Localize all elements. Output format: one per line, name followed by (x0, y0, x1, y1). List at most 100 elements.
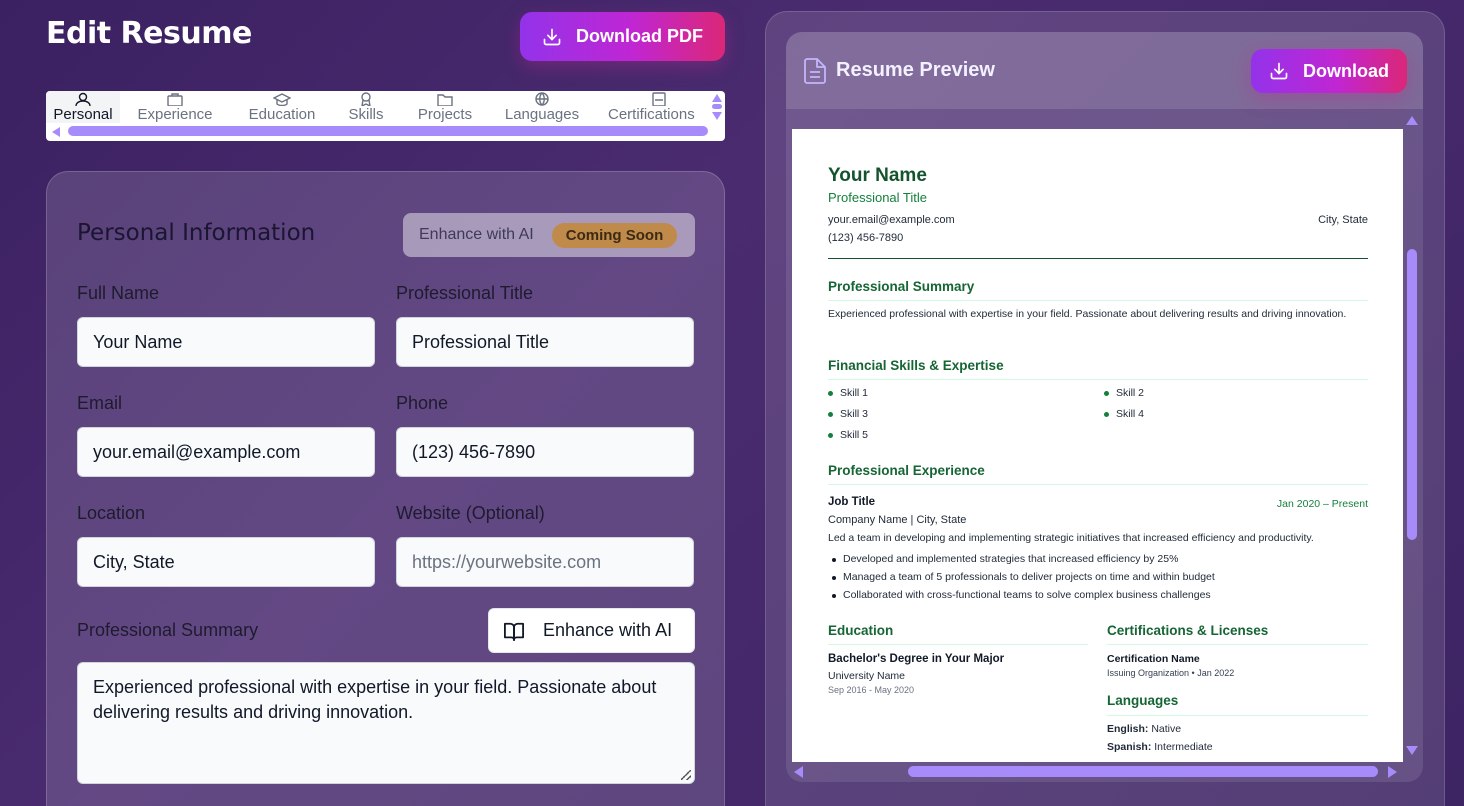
briefcase-icon (167, 93, 183, 106)
book-open-icon (503, 622, 524, 641)
scroll-right-icon[interactable] (1388, 766, 1397, 778)
summary-label: Professional Summary (77, 620, 259, 640)
scroll-thumb[interactable] (712, 104, 722, 109)
section-divider (828, 484, 1368, 485)
language-item: English: Native (1107, 722, 1181, 737)
website-label: Website (Optional) (396, 503, 545, 523)
download-button[interactable]: Download (1251, 49, 1407, 93)
tab-skills[interactable]: Skills (342, 91, 390, 123)
scroll-thumb[interactable] (68, 126, 708, 136)
bullet (828, 412, 833, 417)
job-title: Job Title (828, 496, 876, 508)
full-name-input[interactable]: Your Name (77, 317, 375, 367)
tabs-horizontal-scrollbar[interactable] (46, 125, 708, 137)
skill-item: Skill 1 (840, 387, 869, 399)
preview-horizontal-scrollbar[interactable] (792, 762, 1403, 780)
tab-projects[interactable]: Projects (410, 91, 480, 123)
resume-title: Professional Title (828, 190, 927, 205)
preview-vertical-scrollbar[interactable] (1403, 110, 1423, 762)
summary-text: Experienced professional with expertise … (93, 677, 657, 722)
phone-field[interactable]: (123) 456-7890 (396, 427, 694, 477)
achievement-item: Developed and implemented strategies tha… (843, 553, 1179, 565)
tab-label: Projects (417, 107, 473, 123)
tab-strip: Personal Experience Education Skills Pro… (46, 91, 708, 123)
bullet (832, 594, 836, 598)
bullet (1104, 412, 1109, 417)
personal-info-form: Personal Information Enhance with AI Com… (46, 171, 725, 806)
scroll-down-icon[interactable] (1406, 746, 1418, 755)
tab-education[interactable]: Education (242, 91, 322, 123)
education-dates: Sep 2016 - May 2020 (828, 685, 915, 695)
location-input[interactable]: City, State (77, 537, 375, 587)
coming-soon-badge: Coming Soon (551, 222, 678, 248)
professional-title-label: Professional Title (396, 283, 534, 303)
cert-org: Issuing Organization • Jan 2022 (1107, 668, 1235, 678)
folder-icon (437, 94, 453, 106)
tab-personal[interactable]: Personal (46, 91, 120, 123)
section-divider (828, 644, 1088, 645)
resize-handle[interactable] (681, 770, 691, 780)
award-icon (361, 92, 371, 106)
language-level: Intermediate (1154, 741, 1213, 753)
scroll-up-icon[interactable] (712, 94, 722, 102)
professional-title-input[interactable]: Professional Title (396, 317, 694, 367)
website-input[interactable]: https://yourwebsite.com (396, 537, 694, 587)
degree: Bachelor's Degree in Your Major (828, 653, 1005, 665)
tab-experience[interactable]: Experience (130, 91, 220, 123)
skill-item: Skill 3 (840, 408, 869, 420)
resume-email: your.email@example.com (828, 214, 955, 226)
phone-label: Phone (396, 393, 449, 413)
editor-panel: Edit Resume Download PDF Personal Experi… (0, 0, 760, 806)
user-icon (75, 92, 91, 106)
full-name-label: Full Name (77, 283, 160, 303)
tab-certifications[interactable]: Certifications (608, 91, 708, 123)
resume-document: Your Name Professional Title your.email@… (792, 129, 1403, 762)
tab-label: Certifications (608, 107, 695, 123)
download-pdf-button[interactable]: Download PDF (520, 12, 725, 61)
scroll-left-icon[interactable] (52, 127, 60, 137)
header-divider (828, 258, 1368, 259)
skill-item: Skill 2 (1116, 387, 1145, 399)
email-field[interactable]: your.email@example.com (77, 427, 375, 477)
achievement-item: Collaborated with cross-functional teams… (843, 589, 1211, 601)
language-level: Native (1151, 723, 1182, 735)
summary-textarea[interactable]: Experienced professional with expertise … (77, 662, 695, 784)
language-name: English: (1107, 723, 1149, 735)
download-label: Download (1303, 60, 1389, 81)
language-item: Spanish: Intermediate (1107, 740, 1213, 755)
scroll-up-icon[interactable] (1406, 116, 1418, 125)
scroll-left-icon[interactable] (794, 766, 803, 778)
section-divider (1107, 715, 1368, 716)
section-divider (828, 379, 1368, 380)
tab-label: Languages (504, 107, 580, 123)
download-pdf-label: Download PDF (576, 26, 703, 46)
preview-title: Resume Preview (836, 59, 995, 81)
achievement-item: Managed a team of 5 professionals to del… (843, 571, 1215, 583)
skills-heading: Financial Skills & Expertise (828, 358, 1004, 373)
cert-name: Certification Name (1107, 653, 1200, 665)
language-name: Spanish: (1107, 741, 1152, 753)
scroll-thumb[interactable] (908, 766, 1378, 777)
summary-heading: Professional Summary (828, 279, 975, 294)
experience-heading: Professional Experience (828, 463, 985, 478)
enhance-with-ai-button[interactable]: Enhance with AI (488, 608, 695, 653)
section-title: Personal Information (77, 220, 316, 246)
section-tabs: Personal Experience Education Skills Pro… (46, 91, 725, 141)
scroll-down-icon[interactable] (712, 112, 722, 120)
preview-header: Resume Preview Download (786, 32, 1423, 109)
skill-item: Skill 5 (840, 429, 869, 441)
languages-heading: Languages (1107, 693, 1179, 708)
tabs-vertical-scrollbar[interactable] (708, 91, 725, 125)
job-dates: Jan 2020 – Present (1276, 498, 1368, 510)
section-divider (828, 300, 1368, 301)
scroll-thumb[interactable] (1407, 249, 1417, 540)
resume-name: Your Name (828, 165, 927, 186)
resume-location: City, State (1318, 214, 1368, 226)
bullet (832, 558, 836, 562)
enhance-with-ai-disabled: Enhance with AI Coming Soon (403, 213, 695, 257)
tab-languages[interactable]: Languages (498, 91, 586, 123)
certifications-heading: Certifications & Licenses (1107, 623, 1269, 638)
enhance-label: Enhance with AI (419, 226, 534, 243)
education-heading: Education (828, 623, 894, 638)
skill-item: Skill 4 (1116, 408, 1145, 420)
